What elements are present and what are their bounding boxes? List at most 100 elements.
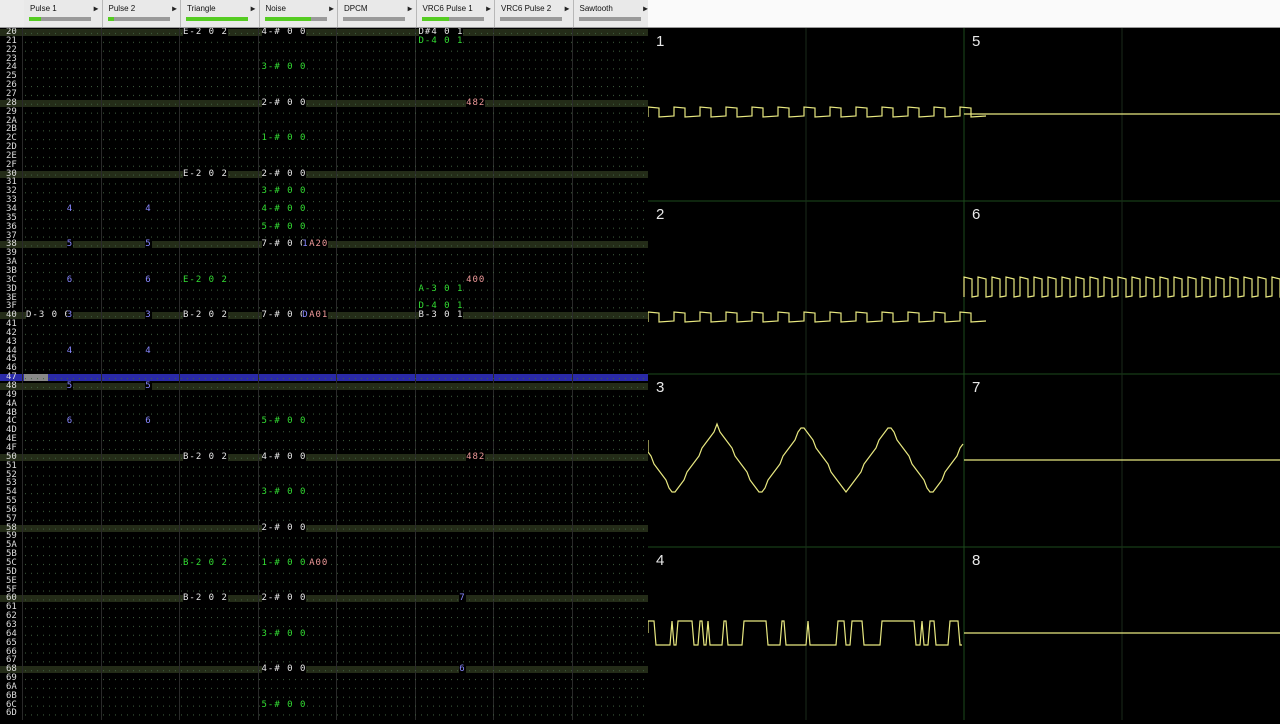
volume-meter-fill [264, 17, 311, 21]
pattern-cell[interactable]: 4 [66, 205, 74, 214]
volume-meter [578, 17, 641, 21]
volume-meter [500, 17, 562, 21]
pattern-editor[interactable]: 20 21 22 23 24 25 26 27 28 29 2A 2B 2C 2D 2E 2F 30 31 32 33… [0, 28, 648, 720]
header-blank-area [648, 0, 1280, 27]
channel-name: VRC6 Pulse 2 [501, 4, 552, 13]
pattern-cell[interactable]: 5 [145, 382, 152, 391]
volume-meter [264, 17, 327, 21]
pattern-cell[interactable]: 2-# 0 0 [261, 169, 307, 179]
pattern-cell[interactable]: B-2 0 2 [183, 559, 228, 568]
expand-arrow-icon[interactable]: ▶ [565, 4, 570, 13]
pattern-cell[interactable]: 5 [66, 382, 74, 391]
pattern-cell[interactable]: 1-# 0 0 [261, 134, 307, 144]
pattern-cell[interactable]: 3-# 0 0 [261, 488, 307, 498]
pattern-cell[interactable]: E-2 0 2 [183, 169, 228, 179]
scope-6-label: 6 [972, 206, 980, 223]
channel-header-6[interactable]: VRC6 Pulse 1 ▶ [416, 0, 495, 27]
scope-5-label: 5 [972, 33, 980, 50]
channel-name: Noise [265, 4, 286, 13]
pattern-cell[interactable]: B-2 0 2 [183, 594, 228, 604]
pattern-cell[interactable]: 7-# 0 0 [261, 311, 307, 321]
volume-meter [343, 17, 405, 21]
channel-header-8[interactable]: Sawtooth ▶ [573, 0, 652, 27]
scope-4-waveform [647, 620, 962, 646]
pattern-cell[interactable]: 7 [459, 594, 466, 604]
pattern-cell[interactable]: 5-# 0 0 [261, 417, 307, 427]
expand-arrow-icon[interactable]: ▶ [408, 4, 413, 13]
volume-meter [186, 17, 248, 21]
pattern-cell[interactable]: 4 [66, 346, 74, 356]
row-number: 6D [6, 708, 17, 719]
pattern-cell[interactable]: B-2 0 2 [183, 311, 228, 321]
channel-header-2[interactable]: Pulse 2 ▶ [102, 0, 181, 27]
pattern-cell[interactable]: 7-# 0 0 [261, 240, 307, 250]
channel-header-4[interactable]: Noise ▶ [259, 0, 338, 27]
oscilloscope-panel: 1 2 3 4 5 6 7 8 [647, 28, 1280, 720]
pattern-cell[interactable]: 4-# 0 0 [261, 665, 307, 675]
pattern-cell[interactable]: 3 [66, 311, 74, 321]
pattern-cell[interactable]: A00 [309, 559, 329, 568]
pattern-cell[interactable]: B-2 0 2 [183, 452, 228, 462]
channel-header-1[interactable]: Pulse 1 ▶ [24, 0, 103, 27]
scope-2-waveform [647, 311, 987, 323]
pattern-cell[interactable]: B-3 0 1 [418, 311, 464, 321]
pattern-cell[interactable]: D [302, 311, 309, 321]
pattern-cell[interactable]: A01 [309, 311, 329, 321]
volume-meter-fill [107, 17, 114, 21]
pattern-cell[interactable]: 6 [145, 417, 152, 427]
pattern-cell[interactable]: 5 [145, 240, 152, 250]
pattern-cell[interactable]: 482 [466, 98, 486, 108]
pattern-cell[interactable]: 3-# 0 0 [261, 629, 307, 639]
pattern-cell[interactable]: 6 [145, 275, 152, 285]
channel-header-3[interactable]: Triangle ▶ [181, 0, 260, 27]
scope-3-label: 3 [656, 379, 664, 396]
pattern-cell[interactable]: 482 [466, 452, 486, 462]
expand-arrow-icon[interactable]: ▶ [172, 4, 177, 13]
volume-meter [29, 17, 91, 21]
scope-8-label: 8 [972, 552, 980, 569]
pattern-cell[interactable]: 1-# 0 0 [261, 559, 307, 568]
channel-name: DPCM [344, 4, 368, 13]
pattern-cell[interactable]: 3 [145, 311, 152, 321]
pattern-cell[interactable]: 4 [145, 346, 152, 356]
pattern-cell[interactable]: 2-# 0 0 [261, 594, 307, 604]
expand-arrow-icon[interactable]: ▶ [329, 4, 334, 13]
pattern-cell[interactable]: 4-# 0 0 [261, 205, 307, 214]
volume-meter-fill [421, 17, 450, 21]
channel-name: Triangle [187, 4, 216, 13]
expand-arrow-icon[interactable]: ▶ [94, 4, 99, 13]
pattern-cell[interactable]: E-2 0 2 [183, 28, 228, 37]
scope-7-label: 7 [972, 379, 980, 396]
pattern-cell[interactable]: A-3 0 1 [418, 284, 464, 294]
pattern-cell[interactable]: D-3 0 0 [26, 311, 71, 321]
pattern-cell[interactable]: 2-# 0 0 [261, 523, 307, 533]
pattern-cell[interactable]: 5 [66, 240, 74, 250]
pattern-cell[interactable]: 4 [145, 205, 152, 214]
volume-meter [107, 17, 170, 21]
channel-header-5[interactable]: DPCM ▶ [338, 0, 417, 27]
scope-1-label: 1 [656, 33, 664, 50]
pattern-cell[interactable]: 5-# 0 0 [261, 700, 307, 710]
scope-4-label: 4 [656, 552, 664, 569]
pattern-cell[interactable]: 4-# 0 0 [261, 28, 307, 37]
pattern-cell[interactable]: 2-# 0 0 [261, 98, 307, 108]
pattern-cell[interactable]: 5-# 0 0 [261, 222, 307, 232]
pattern-cell[interactable]: 3-# 0 0 [261, 63, 307, 73]
pattern-cell[interactable]: A20 [309, 240, 329, 250]
pattern-cell[interactable]: 6 [459, 665, 466, 675]
pattern-cell[interactable]: 3-# 0 0 [261, 187, 307, 197]
pattern-cell[interactable]: 1 [302, 240, 309, 250]
channel-header-7[interactable]: VRC6 Pulse 2 ▶ [495, 0, 574, 27]
expand-arrow-icon[interactable]: ▶ [251, 4, 256, 13]
volume-meter [421, 17, 484, 21]
pattern-cell[interactable]: 400 [466, 275, 486, 285]
pattern-cell[interactable]: 6 [66, 275, 74, 285]
pattern-cell[interactable]: E-2 0 2 [183, 275, 228, 285]
pattern-cell[interactable]: 4-# 0 0 [261, 452, 307, 462]
pattern-cell[interactable]: D-4 0 1 [418, 36, 464, 46]
expand-arrow-icon[interactable]: ▶ [486, 4, 491, 13]
scope-2-label: 2 [656, 206, 664, 223]
channel-name: VRC6 Pulse 1 [422, 4, 473, 13]
pattern-cell[interactable]: 6 [66, 417, 74, 427]
channel-name: Pulse 2 [108, 4, 136, 13]
